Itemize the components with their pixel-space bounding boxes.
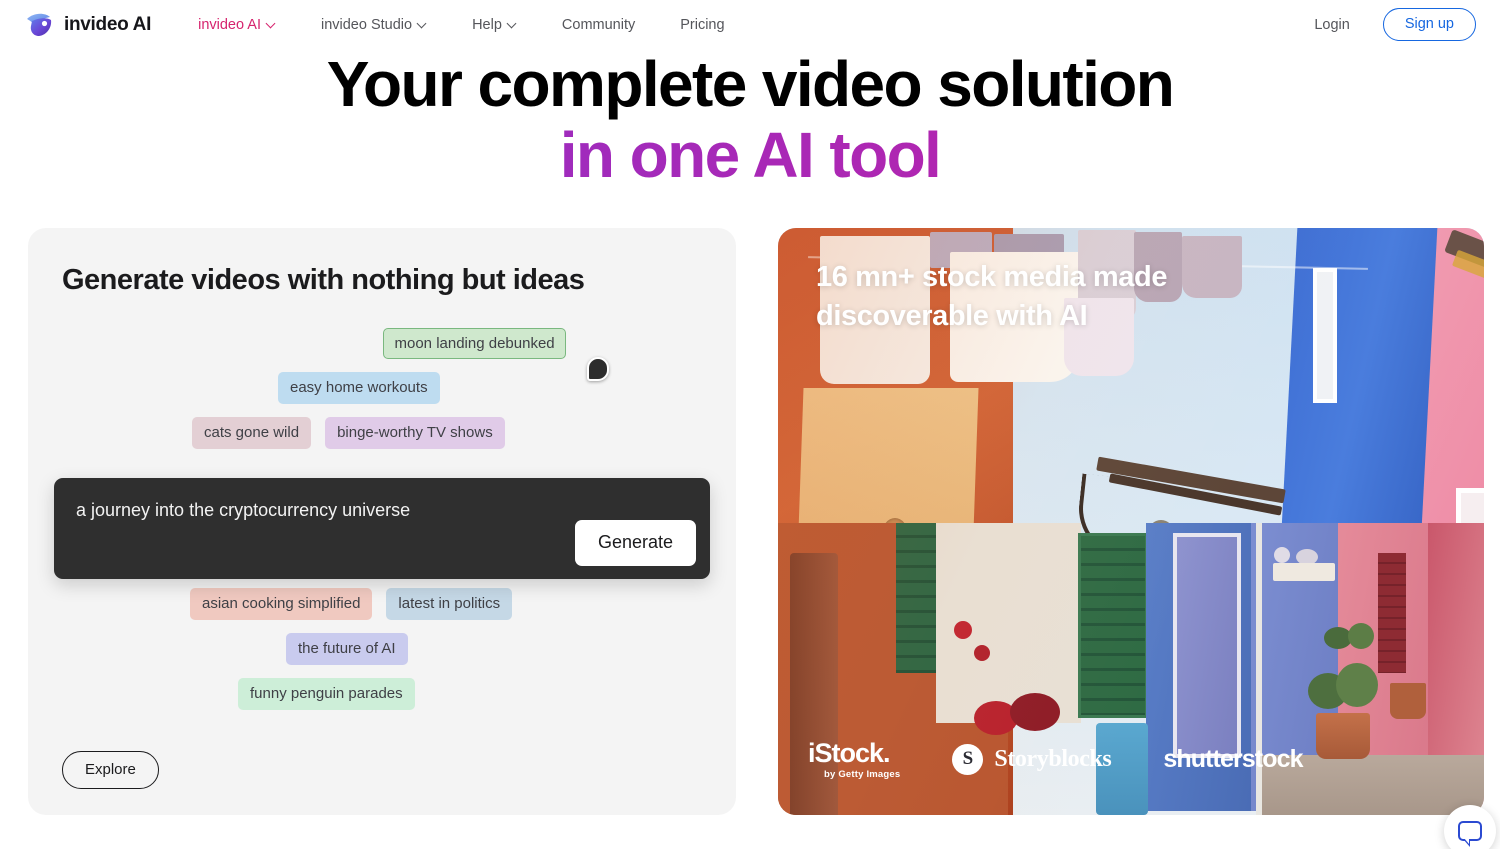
- istock-logo-sub: by Getty Images: [824, 768, 901, 780]
- page-root: invideo AI invideo AI invideo Studio Hel…: [0, 0, 1500, 849]
- chevron-down-icon: [508, 19, 517, 28]
- chip-funny-penguin-parades[interactable]: funny penguin parades: [238, 678, 415, 710]
- nav-item-invideo-ai[interactable]: invideo AI: [198, 17, 276, 33]
- chevron-down-icon: [418, 19, 427, 28]
- chip-easy-home-workouts[interactable]: easy home workouts: [278, 372, 440, 404]
- chip-cats-gone-wild[interactable]: cats gone wild: [192, 417, 312, 449]
- brand-name-label: invideo AI: [64, 13, 152, 35]
- nav-item-pricing[interactable]: Pricing: [680, 17, 724, 33]
- prompt-input-value[interactable]: a journey into the cryptocurrency univer…: [76, 500, 410, 521]
- nav-item-invideo-studio-label: invideo Studio: [320, 16, 413, 33]
- storyblocks-logo: Storyblocks: [952, 743, 1112, 775]
- prompt-suggestion-chips-lower: asian cooking simplified latest in polit…: [28, 588, 736, 710]
- nav-item-invideo-studio[interactable]: invideo Studio: [321, 17, 427, 33]
- storyblocks-mark-icon: [952, 743, 984, 775]
- generate-card-heading: Generate videos with nothing but ideas: [62, 264, 585, 296]
- stock-media-card: 16 mn+ stock media made discoverable wit…: [778, 228, 1484, 815]
- invideo-swoosh-logo-icon: [24, 9, 55, 40]
- partner-logos-row: iStock. by Getty Images Storyblocks shut…: [808, 737, 1464, 780]
- chat-bubble-icon: [1458, 821, 1482, 847]
- chip-asian-cooking-simplified[interactable]: asian cooking simplified: [190, 588, 373, 620]
- nav-item-pricing-label: Pricing: [680, 16, 725, 33]
- generate-button[interactable]: Generate: [574, 520, 696, 566]
- storyblocks-logo-text: Storyblocks: [994, 745, 1112, 772]
- prompt-suggestion-chips-upper: moon landing debunked easy home workouts…: [28, 328, 736, 449]
- chat-widget-button[interactable]: [1444, 805, 1496, 849]
- hero-line-1: Your complete video solution: [326, 48, 1175, 120]
- page-title: Your complete video solution in one AI t…: [0, 51, 1500, 189]
- nav-auth-group: Login Sign up: [1314, 8, 1476, 41]
- prompt-input-box[interactable]: a journey into the cryptocurrency univer…: [54, 478, 710, 579]
- chevron-down-icon: [267, 19, 276, 28]
- chip-the-future-of-ai[interactable]: the future of AI: [286, 633, 408, 665]
- nav-item-help[interactable]: Help: [472, 17, 517, 33]
- chip-binge-worthy-tv-shows[interactable]: binge-worthy TV shows: [325, 417, 505, 449]
- stock-media-heading: 16 mn+ stock media made discoverable wit…: [816, 261, 1168, 333]
- shutterstock-logo: shutterstock: [1163, 744, 1303, 773]
- signup-button[interactable]: Sign up: [1382, 8, 1476, 41]
- brand-logo-link[interactable]: invideo AI: [24, 9, 151, 40]
- chip-latest-in-politics[interactable]: latest in politics: [386, 588, 513, 620]
- istock-logo-main: iStock.: [808, 737, 891, 768]
- hero-line-2: in one AI tool: [0, 122, 1500, 188]
- nav-item-help-label: Help: [472, 16, 502, 33]
- istock-logo: iStock. by Getty Images: [808, 737, 901, 780]
- explore-button[interactable]: Explore: [62, 751, 159, 789]
- hero-section: Your complete video solution in one AI t…: [0, 51, 1500, 189]
- nav-links-group: invideo AI invideo Studio Help Community…: [198, 17, 769, 33]
- mouse-cursor-icon: [587, 357, 609, 381]
- nav-item-community[interactable]: Community: [562, 17, 635, 33]
- chip-moon-landing-debunked[interactable]: moon landing debunked: [383, 328, 567, 359]
- top-navigation-bar: invideo AI invideo AI invideo Studio Hel…: [0, 0, 1500, 49]
- login-link[interactable]: Login: [1314, 17, 1349, 33]
- nav-item-invideo-ai-label: invideo AI: [198, 16, 261, 33]
- nav-item-community-label: Community: [561, 16, 636, 33]
